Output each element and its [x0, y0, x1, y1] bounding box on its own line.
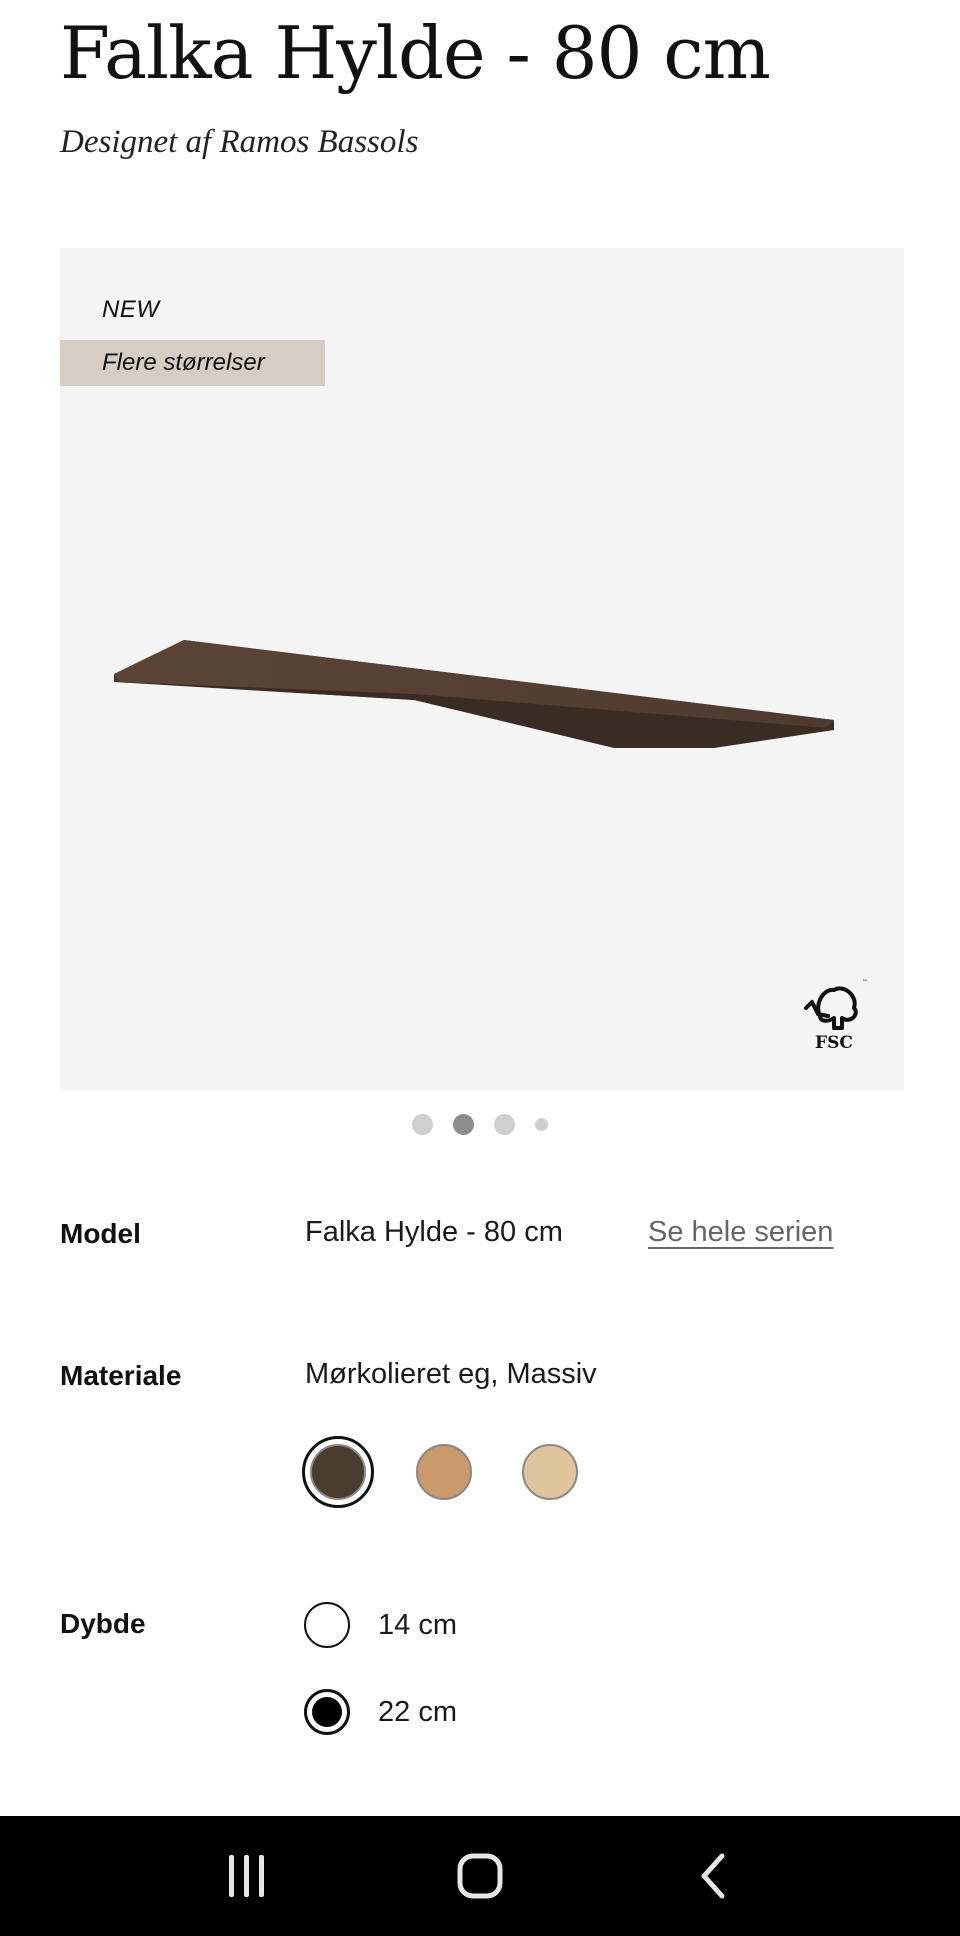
material-value: Mørkolieret eg, Massiv — [305, 1358, 597, 1390]
carousel-pagination — [0, 1113, 960, 1135]
carousel-dot-active[interactable] — [453, 1113, 474, 1135]
radio-button-checked[interactable] — [304, 1689, 350, 1735]
recent-apps-icon[interactable] — [207, 1841, 287, 1911]
swatch-color — [416, 1444, 472, 1500]
depth-option-label: 22 cm — [378, 1695, 457, 1728]
swatch-light-oak[interactable] — [514, 1436, 586, 1508]
depth-option-label: 14 cm — [378, 1608, 457, 1641]
material-label: Materiale — [60, 1360, 182, 1391]
radio-button[interactable] — [304, 1602, 350, 1648]
material-swatches — [302, 1436, 586, 1508]
fsc-logo-icon: FSC ™ — [804, 979, 868, 1053]
model-label: Model — [60, 1218, 141, 1249]
depth-label: Dybde — [60, 1608, 146, 1639]
designer-subtitle: Designet af Ramos Bassols — [60, 124, 419, 160]
swatch-color — [310, 1444, 366, 1500]
carousel-dot[interactable] — [494, 1113, 515, 1135]
carousel-dot[interactable] — [412, 1113, 433, 1135]
home-icon[interactable] — [440, 1841, 520, 1911]
system-navigation-bar — [0, 1816, 960, 1936]
fsc-text: FSC — [815, 1033, 853, 1053]
svg-text:™: ™ — [862, 979, 868, 986]
swatch-color — [522, 1444, 578, 1500]
carousel-dot[interactable] — [535, 1117, 548, 1131]
shelf-product-image — [114, 640, 834, 748]
see-series-link[interactable]: Se hele serien — [648, 1216, 833, 1249]
model-value: Falka Hylde - 80 cm — [305, 1216, 563, 1248]
new-badge: NEW — [102, 296, 160, 323]
swatch-dark-oiled-oak[interactable] — [302, 1436, 374, 1508]
product-page: Falka Hylde - 80 cm Designet af Ramos Ba… — [0, 0, 960, 1936]
product-image-carousel[interactable]: NEW Flere størrelser FSC ™ — [60, 248, 904, 1090]
back-icon[interactable] — [673, 1841, 753, 1911]
depth-option-14[interactable]: 14 cm — [304, 1602, 457, 1648]
swatch-oiled-oak[interactable] — [408, 1436, 480, 1508]
more-sizes-badge: Flere størrelser — [60, 340, 325, 386]
depth-option-22[interactable]: 22 cm — [304, 1689, 457, 1735]
page-title: Falka Hylde - 80 cm — [60, 11, 771, 95]
